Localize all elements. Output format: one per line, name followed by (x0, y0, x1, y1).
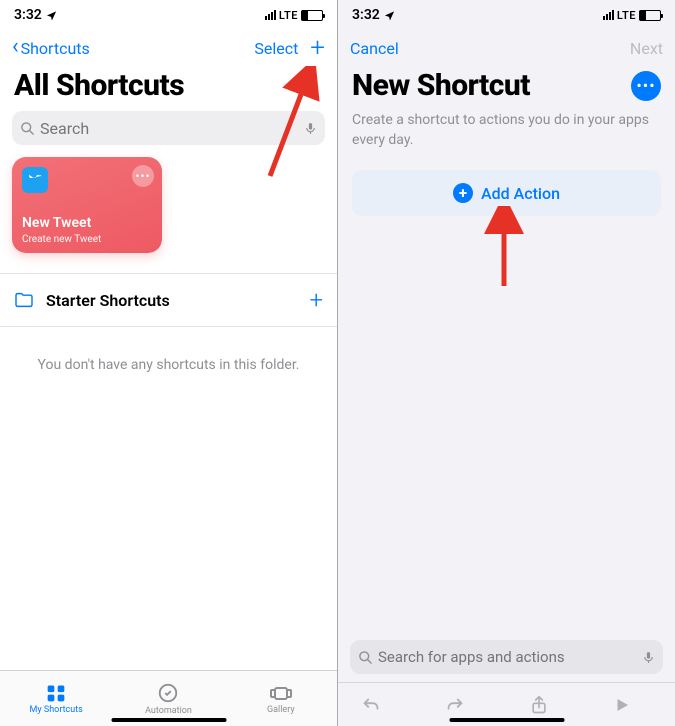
card-subtitle: Create new Tweet (22, 234, 101, 245)
chevron-left-icon: ‹ (12, 36, 19, 58)
tab-label: Automation (145, 706, 192, 716)
search-actions-input[interactable] (378, 648, 642, 666)
status-time: 3:32 (14, 7, 42, 23)
nav-bar: ‹ Shortcuts Select + (0, 30, 337, 66)
share-button[interactable] (529, 694, 569, 716)
undo-button[interactable] (360, 694, 400, 716)
card-options-button[interactable]: ••• (132, 165, 154, 187)
tab-my-shortcuts[interactable]: My Shortcuts (0, 671, 112, 726)
search-actions-field[interactable] (350, 640, 663, 674)
tab-gallery[interactable]: Gallery (225, 671, 337, 726)
mic-icon[interactable] (304, 120, 317, 137)
network-label: LTE (617, 9, 636, 22)
add-action-button[interactable]: + Add Action (352, 170, 661, 216)
play-button[interactable] (613, 696, 653, 714)
network-label: LTE (279, 9, 298, 22)
folder-label: Starter Shortcuts (46, 291, 170, 310)
home-indicator[interactable] (449, 718, 564, 722)
card-title: New Tweet (22, 215, 91, 231)
search-icon (20, 121, 35, 136)
location-icon (384, 10, 395, 21)
search-input[interactable] (40, 119, 304, 138)
plus-circle-icon: + (453, 183, 473, 203)
battery-icon (639, 10, 661, 21)
signal-icon (603, 10, 614, 20)
gallery-icon (269, 683, 293, 703)
folder-add-button[interactable]: + (309, 286, 323, 314)
nav-bar: Cancel Next (338, 30, 675, 66)
battery-icon (301, 10, 323, 21)
twitter-icon (22, 167, 48, 193)
page-title: All Shortcuts (14, 68, 184, 103)
cancel-button[interactable]: Cancel (350, 39, 399, 58)
folder-row-starter[interactable]: Starter Shortcuts + (0, 274, 337, 326)
back-button[interactable]: ‹ Shortcuts (12, 37, 90, 59)
add-shortcut-button[interactable]: + (310, 35, 325, 61)
grid-icon (45, 683, 67, 703)
signal-icon (265, 10, 276, 20)
search-icon (358, 650, 373, 665)
automation-icon (157, 682, 179, 704)
select-button[interactable]: Select (254, 39, 298, 58)
shortcut-card-new-tweet[interactable]: ••• New Tweet Create new Tweet (12, 157, 162, 253)
home-indicator[interactable] (111, 718, 226, 722)
tab-label: Gallery (267, 705, 295, 715)
mic-icon[interactable] (642, 649, 655, 666)
status-time: 3:32 (352, 7, 380, 23)
page-subtitle: Create a shortcut to actions you do in y… (338, 111, 675, 164)
status-bar: 3:32 LTE (338, 0, 675, 30)
search-field[interactable] (12, 111, 325, 145)
page-title: New Shortcut (352, 68, 530, 103)
back-label: Shortcuts (21, 39, 90, 58)
location-icon (46, 10, 57, 21)
empty-state-text: You don't have any shortcuts in this fol… (0, 327, 337, 403)
add-action-label: Add Action (481, 184, 560, 203)
redo-button[interactable] (444, 694, 484, 716)
next-button[interactable]: Next (630, 39, 663, 58)
folder-icon (14, 292, 34, 308)
more-options-button[interactable]: ••• (631, 71, 661, 101)
status-bar: 3:32 LTE (0, 0, 337, 30)
tab-label: My Shortcuts (30, 705, 83, 715)
